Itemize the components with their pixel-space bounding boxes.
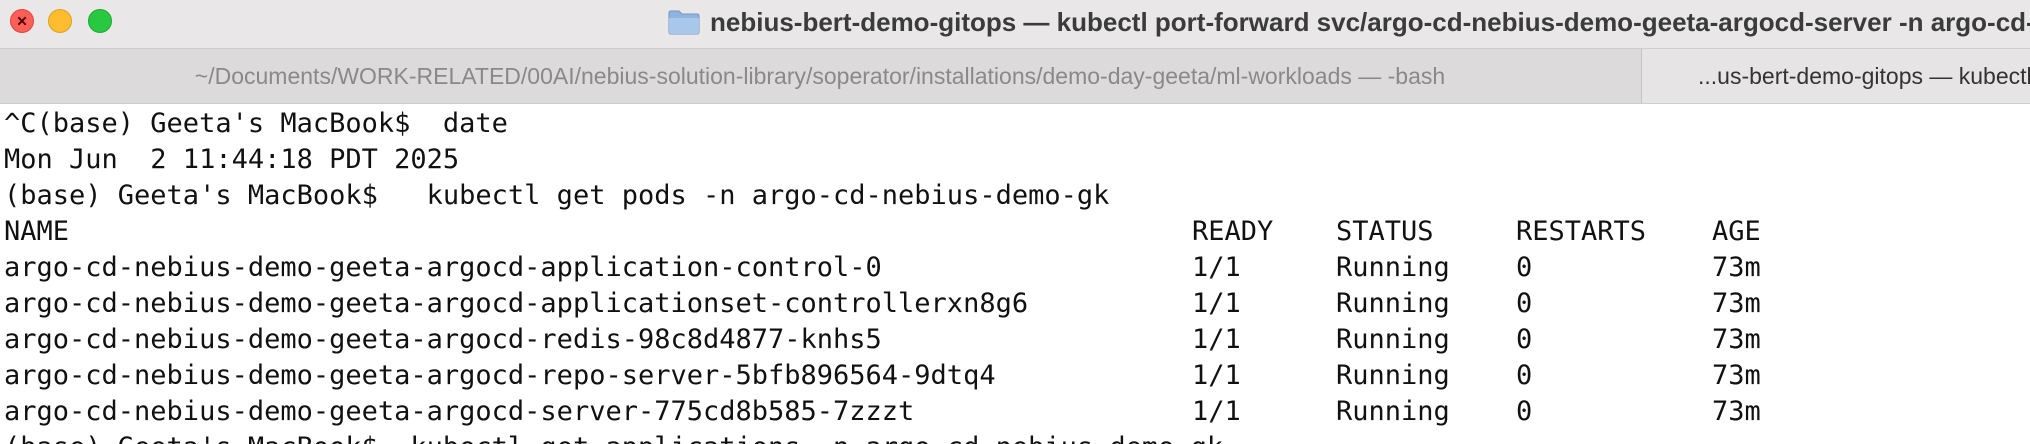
pod-name: argo-cd-nebius-demo-geeta-argocd-redis-9… [4, 324, 882, 355]
pod-restarts: 0 [1516, 324, 1533, 355]
pod-age: 73m [1712, 252, 1761, 283]
tab-bert-demo-gitops[interactable]: ...us-bert-demo-gitops — kubectl port-fo… [1641, 49, 2030, 103]
close-icon [17, 16, 27, 26]
header-ready: READY [1192, 216, 1274, 247]
minimize-button[interactable] [48, 9, 72, 33]
pod-ready: 1/1 [1192, 324, 1241, 355]
terminal-window: nebius-bert-demo-gitops — kubectl port-f… [0, 0, 2030, 444]
folder-icon [668, 10, 700, 35]
tab-label: ~/Documents/WORK-RELATED/00AI/nebius-sol… [194, 63, 1446, 89]
pod-ready: 1/1 [1192, 252, 1241, 283]
window-title-text: nebius-bert-demo-gitops — kubectl port-f… [710, 7, 2030, 37]
pod-ready: 1/1 [1192, 396, 1241, 427]
tab-label: ...us-bert-demo-gitops — kubectl port-fo… [1698, 63, 2030, 89]
terminal-output[interactable]: ^C(base) Geeta's MacBook$ date Mon Jun 2… [0, 106, 2030, 444]
pod-name: argo-cd-nebius-demo-geeta-argocd-server-… [4, 396, 915, 427]
pod-age: 73m [1712, 324, 1761, 355]
terminal-line: ^C(base) Geeta's MacBook$ date [4, 108, 508, 139]
pod-name: argo-cd-nebius-demo-geeta-argocd-applica… [4, 288, 1029, 319]
pod-restarts: 0 [1516, 360, 1533, 391]
tab-ml-workloads[interactable]: ~/Documents/WORK-RELATED/00AI/nebius-sol… [0, 49, 1640, 103]
pod-restarts: 0 [1516, 288, 1533, 319]
pod-restarts: 0 [1516, 252, 1533, 283]
pod-status: Running [1336, 252, 1450, 283]
terminal-line: Mon Jun 2 11:44:18 PDT 2025 [4, 144, 460, 175]
pod-ready: 1/1 [1192, 360, 1241, 391]
pod-status: Running [1336, 324, 1450, 355]
pod-age: 73m [1712, 360, 1761, 391]
pod-name: argo-cd-nebius-demo-geeta-argocd-applica… [4, 252, 882, 283]
header-name: NAME [4, 216, 70, 247]
pod-status: Running [1336, 396, 1450, 427]
title-bar[interactable]: nebius-bert-demo-gitops — kubectl port-f… [0, 0, 2030, 48]
terminal-line-partial: (base) Geeta's MacBook$ kubectl get appl… [4, 430, 1223, 444]
pod-ready: 1/1 [1192, 288, 1241, 319]
terminal-line: (base) Geeta's MacBook$ kubectl get pods… [4, 180, 1110, 211]
header-status: STATUS [1336, 216, 1434, 247]
tab-bar: ~/Documents/WORK-RELATED/00AI/nebius-sol… [0, 48, 2030, 104]
window-title: nebius-bert-demo-gitops — kubectl port-f… [668, 4, 2030, 40]
pod-age: 73m [1712, 396, 1761, 427]
header-restarts: RESTARTS [1516, 216, 1647, 247]
pod-status: Running [1336, 288, 1450, 319]
maximize-button[interactable] [88, 9, 112, 33]
close-button[interactable] [10, 9, 34, 33]
pod-restarts: 0 [1516, 396, 1533, 427]
pod-age: 73m [1712, 288, 1761, 319]
header-age: AGE [1712, 216, 1761, 247]
pod-name: argo-cd-nebius-demo-geeta-argocd-repo-se… [4, 360, 996, 391]
pod-status: Running [1336, 360, 1450, 391]
